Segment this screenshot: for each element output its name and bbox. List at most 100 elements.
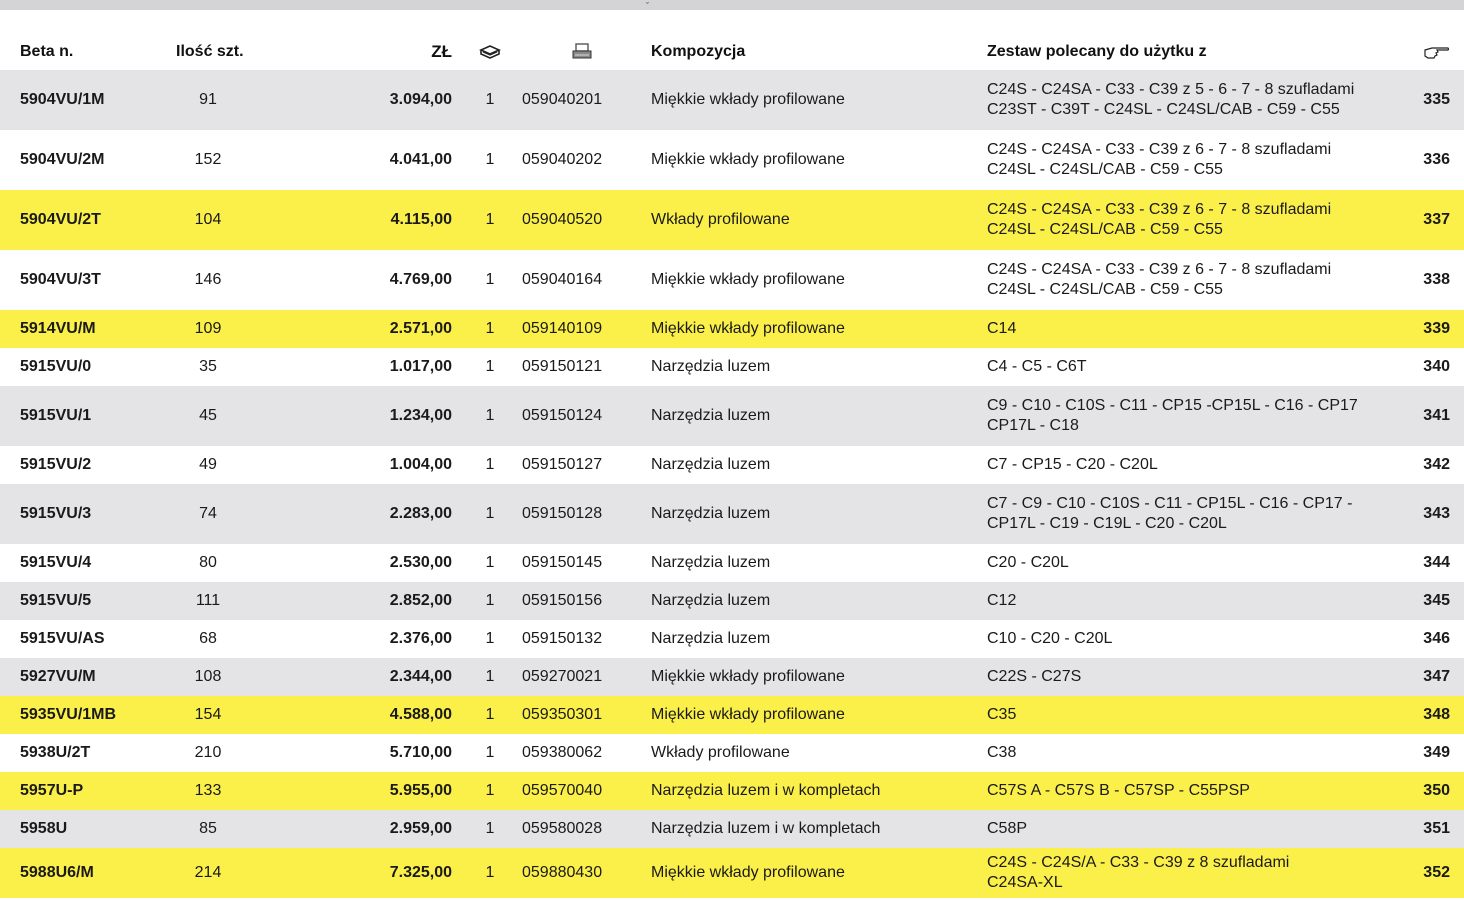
page-number: 337 (1423, 211, 1450, 228)
recommended-line-2: C24SL - C24SL/CAB - C59 - C55 (987, 221, 1223, 238)
ean-code: 059150124 (522, 407, 603, 424)
ean-code: 059150145 (522, 554, 603, 571)
recommended-sets: C14 (987, 310, 1387, 348)
recommended-sets: C22S - C27S (987, 658, 1387, 696)
product-code: 5904VU/1M (20, 91, 105, 108)
ean-code: 059570040 (522, 782, 603, 799)
composition: Narzędzia luzem (651, 407, 771, 424)
page-number: 346 (1423, 630, 1450, 647)
composition: Narzędzia luzem (651, 630, 771, 647)
page-number: 351 (1423, 820, 1450, 837)
page-number: 335 (1423, 91, 1450, 108)
item-count: 210 (194, 744, 222, 761)
ean-code: 059040164 (522, 271, 603, 288)
composition: Miękkie wkłady profilowane (651, 668, 845, 685)
ean-code: 059880430 (522, 864, 603, 881)
ean-code: 059380062 (522, 744, 603, 761)
header-code: Beta n. (20, 43, 74, 60)
table-row: 5904VU/2T 104 4.115,00 1 059040520 Wkłady pro… (0, 190, 1464, 250)
item-count: 133 (194, 782, 222, 799)
recommended-line-1: C24S - C24SA - C33 - C39 z 6 - 7 - 8 szu… (987, 261, 1332, 278)
header-price: ZŁ (431, 42, 452, 61)
pack-qty: 1 (485, 782, 495, 799)
item-count: 49 (199, 456, 217, 473)
item-count: 85 (199, 820, 217, 837)
top-mark: ˇ (646, 1, 649, 11)
recommended-line-2: CP17L - C18 (987, 417, 1079, 434)
recommended-sets: C4 - C5 - C6T (987, 348, 1387, 386)
price: 2.571,00 (389, 320, 452, 337)
recommended-line-1: C24S - C24S/A - C33 - C39 z 8 szufladami (987, 854, 1290, 871)
price: 4.588,00 (389, 706, 452, 723)
pack-qty: 1 (485, 407, 495, 424)
composition: Narzędzia luzem i w kompletach (651, 782, 881, 799)
table-row: 5915VU/2 49 1.004,00 1 059150127 Narzędzia lu… (0, 446, 1464, 484)
item-count: 91 (199, 91, 217, 108)
table-row: 5988U6/M 214 7.325,00 1 059880430 Miękkie wkł… (0, 848, 1464, 898)
product-code: 5904VU/3T (20, 271, 101, 288)
recommended-sets: C9 - C10 - C10S - C11 - CP15 -CP15L - C1… (987, 386, 1387, 446)
recommended-sets: C7 - C9 - C10 - C10S - C11 - CP15L - C16… (987, 484, 1387, 544)
page-number: 339 (1423, 320, 1450, 337)
pack-qty: 1 (485, 820, 495, 837)
composition: Miękkie wkłady profilowane (651, 864, 845, 881)
pack-qty: 1 (485, 592, 495, 609)
product-code: 5915VU/1 (20, 407, 92, 424)
composition: Narzędzia luzem (651, 456, 771, 473)
price-table: Beta n. Ilość szt. ZŁ Kompozycja Zestaw … (0, 34, 1464, 898)
product-code: 5988U6/M (20, 864, 94, 881)
item-count: 45 (199, 407, 217, 424)
pack-qty: 1 (485, 864, 495, 881)
page-number: 336 (1423, 151, 1450, 168)
recommended-sets: C58P (987, 810, 1387, 848)
recommended-line-1: C10 - C20 - C20L (987, 630, 1113, 647)
ean-code: 059150127 (522, 456, 603, 473)
product-code: 5914VU/M (20, 320, 96, 337)
recommended-line-1: C7 - C9 - C10 - C10S - C11 - CP15L - C16… (987, 495, 1353, 512)
page-number: 344 (1423, 554, 1450, 571)
pack-qty: 1 (485, 668, 495, 685)
price: 2.376,00 (389, 630, 452, 647)
product-code: 5935VU/1MB (20, 706, 117, 723)
recommended-line-1: C22S - C27S (987, 668, 1082, 685)
item-count: 68 (199, 630, 217, 647)
composition: Wkłady profilowane (651, 211, 790, 228)
recommended-line-1: C24S - C24SA - C33 - C39 z 5 - 6 - 7 - 8… (987, 81, 1355, 98)
recommended-line-1: C4 - C5 - C6T (987, 358, 1087, 375)
ean-code: 059150132 (522, 630, 603, 647)
top-band: ˇ (0, 0, 1464, 11)
product-code: 5958U (20, 820, 68, 837)
ean-code: 059040202 (522, 151, 603, 168)
package-icon (470, 34, 510, 70)
table-row: 5938U/2T 210 5.710,00 1 059380062 Wkłady prof… (0, 734, 1464, 772)
price: 7.325,00 (389, 864, 452, 881)
recommended-line-1: C24S - C24SA - C33 - C39 z 6 - 7 - 8 szu… (987, 201, 1332, 218)
table-row: 5915VU/AS 68 2.376,00 1 059150132 Narzędzia l… (0, 620, 1464, 658)
composition: Narzędzia luzem (651, 592, 771, 609)
ean-code: 059150156 (522, 592, 603, 609)
table-row: 5904VU/3T 146 4.769,00 1 059040164 Miękkie wk… (0, 250, 1464, 310)
price: 2.852,00 (389, 592, 452, 609)
recommended-sets: C20 - C20L (987, 544, 1387, 582)
page-number: 347 (1423, 668, 1450, 685)
price: 2.283,00 (389, 505, 452, 522)
recommended-line-1: C12 (987, 592, 1017, 609)
recommended-sets: C10 - C20 - C20L (987, 620, 1387, 658)
table-row: 5915VU/3 74 2.283,00 1 059150128 Narzędzia lu… (0, 484, 1464, 544)
recommended-line-1: C58P (987, 820, 1028, 837)
pointing-hand-icon (1380, 34, 1450, 70)
price: 1.017,00 (389, 358, 452, 375)
item-count: 104 (194, 211, 222, 228)
price: 2.344,00 (389, 668, 452, 685)
pack-qty: 1 (485, 320, 495, 337)
pack-qty: 1 (485, 706, 495, 723)
price: 4.041,00 (389, 151, 452, 168)
pack-qty: 1 (485, 456, 495, 473)
price: 2.959,00 (389, 820, 452, 837)
product-code: 5904VU/2T (20, 211, 101, 228)
item-count: 152 (194, 151, 222, 168)
header-qty: Ilość szt. (176, 43, 244, 60)
recommended-line-1: C38 (987, 744, 1017, 761)
recommended-line-1: C14 (987, 320, 1017, 337)
pack-qty: 1 (485, 91, 495, 108)
